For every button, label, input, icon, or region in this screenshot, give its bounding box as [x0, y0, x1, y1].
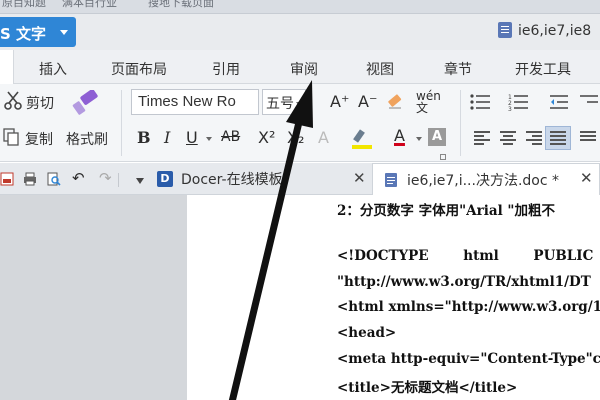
- doc-line: <title>无标题文档</title>: [337, 380, 518, 396]
- format-painter-icon: [72, 90, 98, 115]
- title-bar: S 文字 ie6,ie7,ie8: [0, 14, 600, 50]
- justify-icon: [550, 131, 566, 145]
- ribbon-tabs: 插入 页面布局 引用 审阅 视图 章节 开发工具: [0, 50, 600, 84]
- align-center-icon[interactable]: [500, 131, 516, 145]
- tab-home[interactable]: [0, 50, 14, 84]
- superscript-button[interactable]: X²: [258, 128, 275, 147]
- scissors-icon: [4, 91, 22, 110]
- font-dialog-launcher-icon[interactable]: [440, 154, 446, 160]
- pdf-export-icon[interactable]: [0, 172, 14, 186]
- chevron-down-icon: [60, 30, 68, 35]
- tab-active-document[interactable]: ie6,ie7,i...决方法.doc *: [372, 163, 600, 195]
- align-left-icon[interactable]: [474, 131, 490, 145]
- ribbon-divider: [121, 90, 122, 156]
- decrease-indent-icon[interactable]: [550, 94, 570, 110]
- tab-page-layout[interactable]: 页面布局: [111, 59, 167, 79]
- increase-indent-icon[interactable]: [580, 94, 600, 110]
- char-shading-button[interactable]: A: [428, 128, 446, 146]
- top-strip: 原目知题 满本目行业 搜地下载页面: [0, 0, 600, 14]
- document-icon: [385, 172, 397, 187]
- doc-line: <!DOCTYPE html PUBLIC: [337, 248, 594, 264]
- doc-line: <html xmlns="http://www.w3.org/1: [337, 299, 600, 315]
- window-title: ie6,ie7,ie8: [498, 22, 591, 39]
- doc-line: "http://www.w3.org/TR/xhtml1/DT: [337, 274, 591, 290]
- undo-icon[interactable]: ↶: [72, 169, 85, 187]
- italic-button[interactable]: I: [164, 128, 170, 147]
- top-strip-text-mid: 满本目行业: [62, 0, 117, 9]
- print-preview-icon[interactable]: [47, 172, 61, 186]
- format-painter-button[interactable]: 格式刷: [66, 129, 108, 149]
- ribbon-divider: [460, 90, 461, 156]
- bullet-list-icon[interactable]: [470, 94, 492, 110]
- chevron-down-icon[interactable]: [136, 178, 144, 184]
- doc-line: 2：分页数字 字体用"Arial "加粗不: [337, 203, 555, 219]
- grow-font-button[interactable]: A⁺: [330, 92, 349, 111]
- redo-icon[interactable]: ↷: [99, 169, 112, 187]
- document-page[interactable]: 2：分页数字 字体用"Arial "加粗不 <!DOCTYPE html PUB…: [187, 195, 600, 400]
- doc-line: <head>: [337, 325, 397, 341]
- justify-button[interactable]: [545, 126, 571, 150]
- text-effects-button[interactable]: A: [318, 128, 329, 147]
- chevron-down-icon[interactable]: [206, 137, 212, 141]
- font-color-button[interactable]: A: [394, 126, 405, 145]
- cut-button[interactable]: 剪切: [26, 93, 54, 113]
- tab-chapter[interactable]: 章节: [444, 59, 472, 79]
- tab-docer-label: Docer-在线模板: [181, 172, 283, 188]
- clear-format-icon[interactable]: [386, 92, 404, 110]
- phonetic-guide-button[interactable]: wén 文: [416, 90, 446, 114]
- shrink-font-button[interactable]: A⁻: [358, 92, 377, 111]
- app-menu-label: S 文字: [0, 25, 47, 43]
- tab-active-document-label: ie6,ie7,i...决方法.doc *: [407, 172, 560, 189]
- font-name-select[interactable]: Times New Ro: [131, 89, 259, 115]
- font-size-value: 五号: [266, 96, 294, 112]
- chevron-down-icon: [296, 102, 302, 106]
- copy-button[interactable]: 复制: [25, 129, 53, 149]
- tab-developer-tools[interactable]: 开发工具: [515, 59, 571, 79]
- tab-references[interactable]: 引用: [212, 59, 240, 79]
- distributed-align-icon[interactable]: [580, 131, 596, 145]
- docer-icon: D: [157, 171, 173, 187]
- chevron-down-icon[interactable]: [416, 137, 422, 141]
- close-icon[interactable]: ✕: [580, 169, 593, 187]
- ribbon-toolbar: 剪切 复制 格式刷 Times New Ro 五号 A⁺ A⁻ wén 文 B …: [0, 84, 600, 162]
- strikethrough-button[interactable]: AB: [221, 129, 240, 145]
- underline-button[interactable]: U: [186, 128, 198, 147]
- bold-button[interactable]: B: [137, 128, 151, 147]
- highlight-icon[interactable]: [350, 128, 374, 150]
- align-right-icon[interactable]: [526, 131, 542, 145]
- toolbar-divider: [118, 173, 119, 187]
- tab-insert[interactable]: 插入: [39, 59, 67, 79]
- tab-docer[interactable]: D Docer-在线模板: [157, 163, 367, 195]
- tab-review[interactable]: 审阅: [290, 59, 318, 79]
- navigation-pane: [0, 195, 187, 400]
- svg-text:3: 3: [508, 106, 512, 111]
- document-icon: [498, 22, 512, 38]
- document-tab-bar: ↶ ↷ D Docer-在线模板 ✕ ie6,ie7,i...决方法.doc * …: [0, 163, 600, 195]
- print-icon[interactable]: [23, 172, 37, 186]
- top-strip-text-left: 原目知题: [2, 0, 46, 9]
- top-strip-text-right: 搜地下载页面: [148, 0, 214, 9]
- app-menu-button[interactable]: S 文字: [0, 17, 76, 47]
- subscript-button[interactable]: X₂: [287, 128, 304, 147]
- doc-line: <meta http-equiv="Content-Type"c: [337, 351, 600, 367]
- numbered-list-icon[interactable]: 1 2 3: [508, 93, 530, 111]
- window-title-text: ie6,ie7,ie8: [518, 23, 592, 39]
- font-size-select[interactable]: 五号: [262, 89, 306, 115]
- tab-view[interactable]: 视图: [366, 59, 394, 79]
- copy-icon: [3, 128, 19, 146]
- close-icon[interactable]: ✕: [353, 169, 366, 187]
